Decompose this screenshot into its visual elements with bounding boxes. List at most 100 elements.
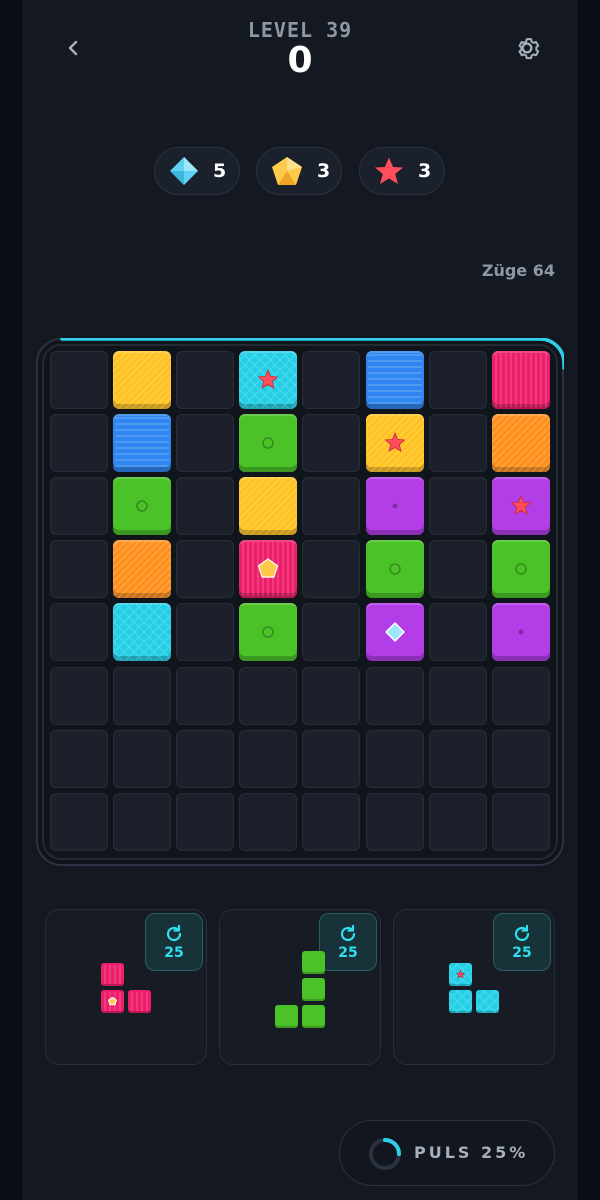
board-cell[interactable]	[176, 540, 235, 599]
tile-magenta[interactable]	[491, 351, 550, 409]
rotate-button[interactable]: 25	[319, 913, 377, 971]
board-cell[interactable]	[176, 729, 235, 788]
tile-yellow[interactable]	[365, 414, 424, 473]
tile-green[interactable]	[365, 540, 424, 599]
tile-purple[interactable]	[365, 603, 424, 662]
tile-magenta[interactable]	[239, 540, 298, 599]
board-cell[interactable]	[428, 603, 487, 662]
board-cell[interactable]	[302, 414, 361, 473]
board-cell[interactable]	[176, 414, 235, 473]
tile-cyan[interactable]	[113, 603, 172, 662]
tile-green[interactable]	[491, 540, 550, 599]
diamond-icon	[384, 622, 405, 643]
piece-block[interactable]	[449, 963, 472, 986]
board-cell[interactable]	[302, 603, 361, 662]
piece-block[interactable]	[101, 963, 124, 986]
board-cell[interactable]	[50, 729, 108, 788]
dot-mark-icon	[392, 503, 397, 509]
rotate-count: 25	[512, 944, 532, 961]
tile-purple[interactable]	[491, 603, 550, 662]
board-cell[interactable]	[50, 603, 108, 662]
board-cell[interactable]	[302, 729, 361, 788]
pentagon-gem-icon	[272, 157, 302, 185]
board-cell[interactable]	[50, 540, 108, 599]
piece-slot-2[interactable]: 25	[219, 909, 381, 1065]
piece-block[interactable]	[449, 990, 472, 1013]
board-cell[interactable]	[491, 666, 550, 725]
board-cell[interactable]	[302, 792, 361, 851]
tile-cyan[interactable]	[239, 351, 298, 409]
piece-block[interactable]	[302, 978, 325, 1001]
board-cell[interactable]	[302, 666, 361, 725]
board-cell[interactable]	[428, 351, 487, 409]
ring-mark-icon	[262, 437, 275, 449]
tile-orange[interactable]	[491, 414, 550, 473]
tile-green[interactable]	[113, 477, 172, 536]
board-cell[interactable]	[50, 351, 108, 409]
tile-green[interactable]	[239, 414, 298, 473]
pulse-label: PULS 25%	[414, 1143, 529, 1162]
board-cell[interactable]	[428, 414, 487, 473]
ring-mark-icon	[388, 563, 401, 576]
board-cell[interactable]	[428, 729, 487, 788]
board-cell[interactable]	[302, 540, 361, 599]
board-cell[interactable]	[50, 414, 108, 473]
piece-block[interactable]	[476, 990, 499, 1013]
diamond-icon	[170, 157, 198, 185]
tile-green[interactable]	[239, 603, 298, 662]
piece-block[interactable]	[128, 990, 151, 1013]
board-cell[interactable]	[239, 792, 298, 851]
star-icon	[375, 157, 403, 184]
rotate-icon	[514, 924, 530, 941]
goal-diamond-count: 5	[213, 160, 227, 182]
rotate-button[interactable]: 25	[493, 913, 551, 971]
ring-mark-icon	[136, 500, 148, 512]
board-cell[interactable]	[491, 792, 550, 851]
board-cell[interactable]	[365, 666, 424, 725]
piece-block[interactable]	[302, 951, 325, 974]
tile-blue[interactable]	[365, 351, 424, 409]
board-cell[interactable]	[176, 666, 235, 725]
board-cell[interactable]	[113, 792, 172, 851]
tile-purple[interactable]	[491, 477, 550, 536]
board-cell[interactable]	[50, 666, 108, 725]
board-cell[interactable]	[50, 477, 108, 536]
pulse-button[interactable]: PULS 25%	[339, 1120, 555, 1186]
board-cell[interactable]	[176, 603, 235, 662]
tile-orange[interactable]	[113, 540, 172, 599]
board-cell[interactable]	[428, 540, 487, 599]
rotate-icon	[340, 924, 356, 941]
piece-block[interactable]	[101, 990, 124, 1013]
board-cell[interactable]	[113, 666, 172, 725]
piece-block[interactable]	[275, 1005, 298, 1028]
board-cell[interactable]	[428, 792, 487, 851]
board-cell[interactable]	[428, 666, 487, 725]
board-cell[interactable]	[302, 351, 361, 409]
board-cell[interactable]	[176, 792, 235, 851]
goal-diamond: 5	[154, 147, 240, 195]
board-cell[interactable]	[491, 729, 550, 788]
board-cell[interactable]	[365, 792, 424, 851]
board-cell[interactable]	[302, 477, 361, 536]
board-cell[interactable]	[365, 729, 424, 788]
board-cell[interactable]	[176, 477, 235, 536]
dot-mark-icon	[518, 629, 524, 635]
game-board[interactable]	[50, 351, 550, 851]
board-cell[interactable]	[50, 792, 108, 851]
board-cell[interactable]	[239, 729, 298, 788]
board-cell[interactable]	[239, 666, 298, 725]
piece-block[interactable]	[302, 1005, 325, 1028]
tile-purple[interactable]	[365, 477, 424, 536]
board-cell[interactable]	[113, 729, 172, 788]
settings-button[interactable]	[509, 30, 545, 66]
tile-yellow[interactable]	[239, 477, 298, 536]
tile-blue[interactable]	[113, 414, 172, 473]
rotate-icon	[166, 924, 182, 941]
gear-icon	[518, 38, 540, 60]
piece-slot-1[interactable]: 25	[45, 909, 207, 1065]
piece-slot-3[interactable]: 25	[393, 909, 555, 1065]
board-cell[interactable]	[176, 351, 235, 409]
rotate-button[interactable]: 25	[145, 913, 203, 971]
tile-yellow[interactable]	[113, 351, 172, 409]
board-cell[interactable]	[428, 477, 487, 536]
